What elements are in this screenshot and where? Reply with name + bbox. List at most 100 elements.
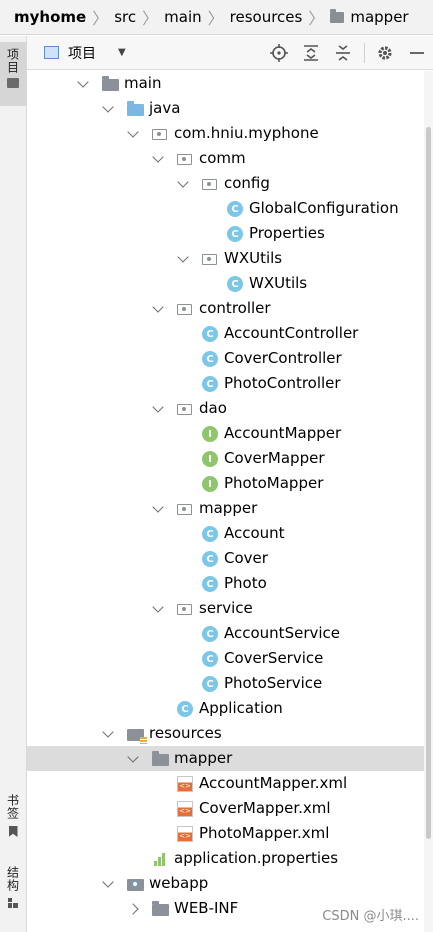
tree-row[interactable]: <> CoverMapper.xml (27, 796, 424, 821)
tree-row-label: AccountMapper.xml (199, 774, 348, 792)
project-tree: main java com.hniu.myphone comm config C Globa… (27, 71, 424, 932)
breadcrumb-item-main[interactable]: main (164, 8, 201, 26)
breadcrumb-item-resources[interactable]: resources (230, 8, 303, 26)
tab-bookmarks[interactable]: 书签 (0, 794, 26, 854)
breadcrumb-item-mapper[interactable]: mapper (330, 8, 409, 26)
chevron-down-icon[interactable] (77, 71, 89, 96)
chevron-down-icon[interactable] (152, 596, 164, 621)
chevron-down-icon[interactable] (127, 746, 139, 771)
tree-row[interactable]: C CoverService (27, 646, 424, 671)
tree-row[interactable]: comm (27, 146, 424, 171)
tree-row[interactable]: <> AccountMapper.xml (27, 771, 424, 796)
tree-row-label: CoverMapper (224, 449, 325, 467)
tab-structure[interactable]: 结构 (0, 866, 26, 926)
chevron-down-icon[interactable] (102, 96, 114, 121)
chevron-down-icon[interactable] (152, 296, 164, 321)
chevron-down-icon: ▼ (118, 47, 126, 58)
tree-row[interactable]: webapp (27, 871, 424, 896)
tree-row[interactable]: C GlobalConfiguration (27, 196, 424, 221)
collapse-all-icon (336, 45, 350, 61)
tree-row-label: WXUtils (224, 249, 283, 267)
tree-row[interactable]: main (27, 71, 424, 96)
tree-row[interactable]: I AccountMapper (27, 421, 424, 446)
breadcrumb: myhome 〉 src 〉 main 〉 resources 〉 mapper (0, 0, 433, 35)
chevron-down-icon[interactable] (102, 871, 114, 896)
tree-row[interactable]: C AccountService (27, 621, 424, 646)
tree-row-label: Account (224, 524, 285, 542)
chevron-right-icon[interactable] (127, 896, 139, 921)
project-toolbar: 项目 ▼ (27, 36, 433, 70)
tree-row[interactable]: C AccountController (27, 321, 424, 346)
vertical-scrollbar[interactable] (424, 71, 433, 932)
tree-row[interactable]: I CoverMapper (27, 446, 424, 471)
tree-row[interactable]: application.properties (27, 846, 424, 871)
web-folder-icon (127, 879, 144, 891)
tree-row[interactable]: java (27, 96, 424, 121)
view-selector-label: 项目 (68, 45, 96, 62)
tree-row-label: service (199, 599, 253, 617)
tree-row[interactable]: resources (27, 721, 424, 746)
tree-row[interactable]: dao (27, 396, 424, 421)
tree-row-label: config (224, 174, 270, 192)
expand-all-button[interactable] (295, 36, 327, 70)
tree-row-label: CoverService (224, 649, 324, 667)
tree-row[interactable]: controller (27, 296, 424, 321)
class-icon: C (202, 326, 218, 342)
tree-row[interactable]: C Account (27, 521, 424, 546)
tree-row[interactable]: C CoverController (27, 346, 424, 371)
package-icon (202, 179, 217, 190)
tree-row-label: PhotoMapper (224, 474, 324, 492)
interface-icon: I (202, 451, 218, 467)
tab-project-label: 项目 (5, 48, 20, 74)
tree-row[interactable]: C Properties (27, 221, 424, 246)
chevron-down-icon[interactable] (152, 146, 164, 171)
chevron-down-icon[interactable] (127, 121, 139, 146)
tree-row[interactable]: com.hniu.myphone (27, 121, 424, 146)
tree-row[interactable]: config (27, 171, 424, 196)
folder-icon (102, 76, 119, 91)
breadcrumb-item-project[interactable]: myhome (14, 8, 86, 26)
tree-row[interactable]: C WXUtils (27, 271, 424, 296)
package-icon (177, 154, 192, 165)
tree-row[interactable]: WXUtils (27, 246, 424, 271)
tree-row[interactable]: mapper (27, 496, 424, 521)
view-selector[interactable]: 项目 ▼ (44, 43, 126, 63)
chevron-down-icon[interactable] (177, 171, 189, 196)
resources-folder-icon (127, 729, 147, 744)
class-icon: C (202, 376, 218, 392)
crosshair-icon (270, 44, 288, 62)
tree-row-label: CoverMapper.xml (199, 799, 331, 817)
locate-file-button[interactable] (263, 36, 295, 70)
chevron-right-icon: 〉 (207, 9, 224, 28)
tree-row[interactable]: C PhotoController (27, 371, 424, 396)
scrollbar-thumb[interactable] (426, 127, 431, 839)
tree-row-label: com.hniu.myphone (174, 124, 319, 142)
class-icon: C (227, 226, 243, 242)
tree-row[interactable]: C Application (27, 696, 424, 721)
tree-row-label: resources (149, 724, 222, 742)
hide-button[interactable] (401, 36, 433, 70)
breadcrumb-item-src[interactable]: src (114, 8, 136, 26)
chevron-down-icon[interactable] (152, 496, 164, 521)
tree-row[interactable]: mapper (27, 746, 424, 771)
tree-row-label: main (124, 74, 162, 92)
chevron-down-icon[interactable] (152, 396, 164, 421)
tree-row[interactable]: service (27, 596, 424, 621)
tree-row[interactable]: C Cover (27, 546, 424, 571)
package-icon (177, 404, 192, 415)
class-icon: C (202, 551, 218, 567)
chevron-down-icon[interactable] (177, 246, 189, 271)
tab-project[interactable]: 项目 (0, 42, 26, 106)
collapse-all-button[interactable] (327, 36, 359, 70)
tree-row[interactable]: C Photo (27, 571, 424, 596)
tree-row[interactable]: C PhotoService (27, 671, 424, 696)
tree-row[interactable]: I PhotoMapper (27, 471, 424, 496)
chevron-down-icon[interactable] (102, 721, 114, 746)
settings-button[interactable] (369, 36, 401, 70)
package-icon (177, 504, 192, 515)
tree-row[interactable]: <> PhotoMapper.xml (27, 821, 424, 846)
tree-row-label: mapper (174, 749, 233, 767)
xml-file-icon: <> (177, 801, 193, 817)
watermark: CSDN @小琪.... (322, 909, 419, 924)
package-icon (177, 304, 192, 315)
